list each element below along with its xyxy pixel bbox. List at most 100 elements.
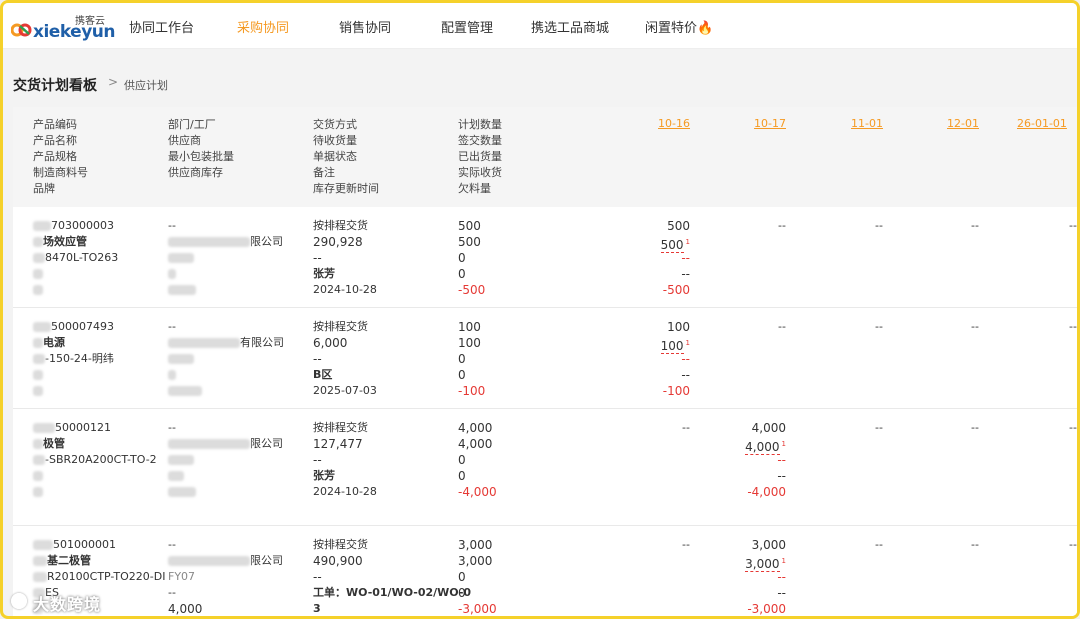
date-cell-10-17[interactable]: --: [726, 319, 786, 335]
date-cell-26-01-01[interactable]: --: [1017, 537, 1077, 553]
date-cell-10-16[interactable]: 100 100 1 -- -- -100: [630, 319, 690, 399]
pending-qty: 490,900: [313, 554, 363, 568]
product-spec: 8470L-TO263: [33, 250, 118, 266]
date-signed-qty[interactable]: 500 1: [630, 234, 690, 253]
product-name: 极管: [33, 436, 157, 452]
date-signed-qty[interactable]: 4,000 1: [726, 436, 786, 455]
header-label: 品牌: [33, 182, 55, 195]
date-header-11-01[interactable]: 11-01: [823, 117, 883, 130]
product-code-text: 50000121: [55, 421, 111, 434]
breadcrumb-current[interactable]: 供应计划: [124, 77, 168, 93]
stock-update-time: 2024-10-28: [313, 283, 377, 296]
masked-text: [33, 455, 45, 465]
date-cell-12-01[interactable]: --: [919, 319, 979, 335]
app-frame: 携客云 xiekeyun 协同工作台 采购协同 销售协同 配置管理 携选工品商城…: [0, 0, 1080, 619]
product-name-text: 基二极管: [47, 554, 91, 567]
date-cell-26-01-01[interactable]: --: [1017, 218, 1077, 234]
date-cell-26-01-01[interactable]: --: [1017, 420, 1077, 436]
table-row[interactable]: 500007493 电源 -150-24-明纬 -- 有限公司 按排程交货 6,…: [13, 309, 1077, 409]
product-code-text: 501000001: [53, 538, 116, 551]
brand-logo[interactable]: 携客云 xiekeyun: [11, 11, 116, 42]
header-label: 供应商库存: [168, 166, 223, 179]
note-value: 张芳: [313, 267, 335, 280]
received-qty: 0: [458, 469, 466, 483]
signed-qty: 4,000: [458, 437, 493, 451]
date-cell-12-01[interactable]: --: [919, 420, 979, 436]
date-header-10-16[interactable]: 10-16: [630, 117, 690, 130]
header-label: 实际收货: [458, 166, 502, 179]
product-cell: 500007493 电源 -150-24-明纬: [33, 319, 114, 399]
table-row[interactable]: 501000001 基二极管 R20100CTP-TO220-DI ES -- …: [13, 527, 1077, 616]
product-code-text: 500007493: [51, 320, 114, 333]
dept-value: --: [168, 320, 176, 333]
product-code: 501000001: [33, 537, 165, 553]
product-spec: -150-24-明纬: [33, 351, 114, 367]
product-brand: [33, 484, 157, 500]
dept-value: --: [168, 538, 176, 551]
nav-clearance[interactable]: 闲置特价🔥: [645, 17, 713, 36]
masked-text: [168, 354, 194, 364]
supplier-stock-dash: --: [168, 586, 176, 599]
note-value: 工单：WO-01/WO-02/WO-0: [313, 586, 472, 599]
product-name: 电源: [33, 335, 114, 351]
supplier-stock-2: [168, 484, 283, 500]
date-cell-26-01-01[interactable]: --: [1017, 319, 1077, 335]
date-cell-11-01[interactable]: --: [823, 319, 883, 335]
moq-value: FY07: [168, 570, 196, 583]
date-cell-10-16[interactable]: --: [630, 420, 690, 436]
stock-update-time: 2025-07-03: [313, 384, 377, 397]
page-title: 交货计划看板: [13, 78, 97, 94]
date-empty: --: [682, 538, 690, 551]
masked-text: [33, 285, 43, 295]
supplier-stock-2: [168, 383, 284, 399]
supplier-name-text: 限公司: [250, 554, 283, 567]
date-header-12-01[interactable]: 12-01: [919, 117, 979, 130]
footnote-marker-icon: 1: [685, 339, 690, 347]
masked-text: [33, 386, 43, 396]
date-header-10-17[interactable]: 10-17: [726, 117, 786, 130]
delivery-cell: 按排程交货 290,928 -- 张芳 2024-10-28: [313, 218, 377, 298]
date-cell-12-01[interactable]: --: [919, 537, 979, 553]
footnote-marker-icon: 1: [781, 440, 786, 448]
masked-text: [33, 322, 51, 332]
product-code: 50000121: [33, 420, 157, 436]
footnote-marker-icon: 1: [685, 238, 690, 246]
masked-text: [33, 471, 43, 481]
shipped-qty: 0: [458, 251, 466, 265]
product-name-text: 场效应管: [43, 235, 87, 248]
header-label: 制造商料号: [33, 166, 88, 179]
header-label: 产品编码: [33, 118, 77, 131]
date-cell-11-01[interactable]: --: [823, 218, 883, 234]
header-label: 已出货量: [458, 150, 502, 163]
date-signed-qty[interactable]: 3,000 1: [726, 553, 786, 572]
date-signed-qty[interactable]: 100 1: [630, 335, 690, 354]
masked-text: [168, 487, 196, 497]
table-row[interactable]: 703000003 场效应管 8470L-TO263 -- 限公司 按排程交货 …: [13, 208, 1077, 308]
header-label: 签交数量: [458, 134, 502, 147]
date-cell-10-17[interactable]: 3,000 3,000 1 -- -- -3,000: [726, 537, 786, 616]
table-row[interactable]: 50000121 极管 -SBR20A200CT-TO-2 -- 限公司 按排程…: [13, 410, 1077, 526]
masked-text: [33, 439, 43, 449]
plan-qty: 500: [458, 219, 481, 233]
nav-workbench[interactable]: 协同工作台: [129, 17, 194, 36]
nav-mall[interactable]: 携选工品商城: [531, 17, 609, 36]
product-brand: [33, 282, 118, 298]
date-cell-10-16[interactable]: 500 500 1 -- -- -500: [630, 218, 690, 298]
supplier-cell: -- 限公司 FY07 -- 4,000: [168, 537, 283, 616]
date-cell-12-01[interactable]: --: [919, 218, 979, 234]
nav-sales[interactable]: 销售协同: [339, 17, 391, 36]
date-empty: --: [971, 538, 979, 551]
shortage-qty: -3,000: [458, 602, 497, 616]
date-plan-qty: 3,000: [751, 538, 786, 552]
nav-config[interactable]: 配置管理: [441, 17, 493, 36]
date-cell-11-01[interactable]: --: [823, 420, 883, 436]
date-cell-10-16[interactable]: --: [630, 537, 690, 553]
date-empty: --: [1069, 320, 1077, 333]
date-cell-10-17[interactable]: --: [726, 218, 786, 234]
header-label: 库存更新时间: [313, 182, 379, 195]
nav-purchase[interactable]: 采购协同: [237, 17, 289, 36]
date-cell-10-17[interactable]: 4,000 4,000 1 -- -- -4,000: [726, 420, 786, 500]
date-header-26-01-01[interactable]: 26-01-01: [1017, 117, 1077, 130]
date-cell-11-01[interactable]: --: [823, 537, 883, 553]
date-shipped: --: [681, 251, 690, 265]
